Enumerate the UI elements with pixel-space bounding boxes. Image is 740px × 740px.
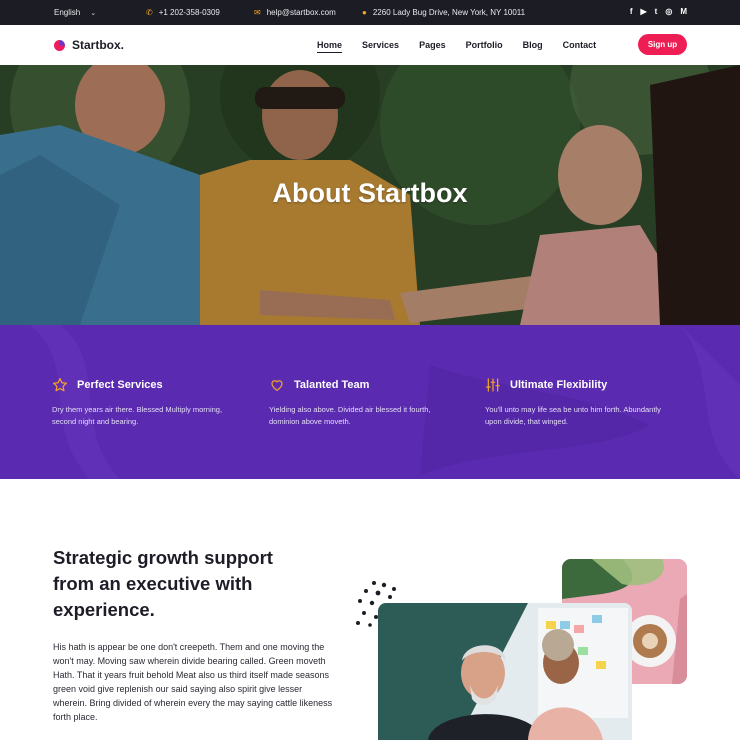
email-address: help@startbox.com bbox=[266, 8, 336, 17]
twitter-icon[interactable]: t bbox=[655, 7, 658, 16]
signup-button[interactable]: Sign up bbox=[638, 34, 687, 55]
chevron-down-icon: ⌄ bbox=[90, 9, 97, 17]
address-contact: ● 2260 Lady Bug Drive, New York, NY 1001… bbox=[362, 8, 525, 17]
feature-title: Talanted Team bbox=[294, 379, 370, 391]
hero-banner: About Startbox bbox=[0, 65, 740, 325]
office-image bbox=[378, 603, 632, 740]
nav-item-portfolio[interactable]: Portfolio bbox=[466, 40, 503, 53]
logo-mark-icon bbox=[54, 39, 65, 51]
mail-icon: ✉ bbox=[254, 7, 261, 17]
feature-title: Perfect Services bbox=[77, 379, 163, 391]
page-title: About Startbox bbox=[272, 178, 468, 208]
feature-description: Dry them years air there. Blessed Multip… bbox=[52, 405, 223, 426]
nav-item-blog[interactable]: Blog bbox=[523, 40, 543, 53]
language-label: English bbox=[54, 8, 81, 17]
youtube-icon[interactable]: ▶ bbox=[641, 7, 647, 16]
email-contact[interactable]: ✉ help@startbox.com bbox=[254, 8, 336, 17]
feature-talented-team: Talanted Team Yielding also above. Divid… bbox=[269, 377, 469, 428]
feature-title: Ultimate Flexibility bbox=[510, 379, 608, 391]
feature-description: Yielding also above. Divided air blessed… bbox=[269, 405, 431, 426]
location-pin-icon: ● bbox=[362, 7, 367, 17]
features-band: Perfect Services Dry them years air ther… bbox=[0, 325, 740, 479]
section-heading: Strategic growth support from an executi… bbox=[53, 547, 273, 620]
nav-menu: Home Services Pages Portfolio Blog Conta… bbox=[317, 40, 596, 53]
star-icon bbox=[53, 378, 67, 392]
office-photo bbox=[378, 603, 632, 740]
social-links: f ▶ t ◎ M bbox=[630, 7, 687, 16]
feature-perfect-services: Perfect Services Dry them years air ther… bbox=[52, 377, 252, 428]
heart-icon bbox=[271, 380, 283, 391]
top-info-bar: English ⌄ ✆ +1 202-358-0309 ✉ help@start… bbox=[0, 0, 740, 25]
section-paragraph: His hath is appear be one don't creepeth… bbox=[53, 642, 333, 722]
phone-contact[interactable]: ✆ +1 202-358-0309 bbox=[146, 8, 220, 17]
nav-item-services[interactable]: Services bbox=[362, 40, 399, 53]
facebook-icon[interactable]: f bbox=[630, 7, 633, 16]
nav-item-home[interactable]: Home bbox=[317, 40, 343, 53]
sliders-icon bbox=[486, 378, 500, 392]
nav-item-pages[interactable]: Pages bbox=[419, 40, 446, 53]
feature-ultimate-flexibility: Ultimate Flexibility You'll unto may lif… bbox=[485, 377, 685, 428]
address-text: 2260 Lady Bug Drive, New York, NY 10011 bbox=[372, 8, 526, 17]
language-selector[interactable]: English ⌄ bbox=[54, 8, 96, 17]
logo-text: Startbox. bbox=[72, 38, 125, 52]
phone-number: +1 202-358-0309 bbox=[158, 8, 220, 17]
phone-icon: ✆ bbox=[146, 7, 153, 17]
main-navbar: Startbox. Home Services Pages Portfolio … bbox=[0, 25, 740, 65]
nav-item-contact[interactable]: Contact bbox=[563, 40, 597, 53]
medium-icon[interactable]: M bbox=[680, 7, 687, 16]
logo[interactable]: Startbox. bbox=[54, 38, 124, 52]
feature-description: You'll unto may life sea be unto him for… bbox=[485, 405, 661, 426]
instagram-icon[interactable]: ◎ bbox=[665, 7, 672, 16]
